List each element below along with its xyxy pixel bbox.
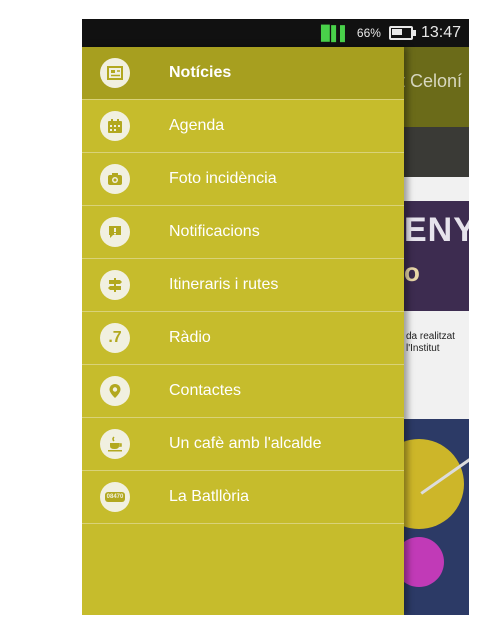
drawer-item-itineraris[interactable]: Itineraris i rutes [82,259,404,312]
drawer-item-label: Itineraris i rutes [169,276,279,293]
news-poster-image[interactable] [404,419,469,615]
batlloria-icon-text: 08470 [104,492,126,502]
drawer-item-radio[interactable]: .7 Ràdio [82,312,404,365]
poster-pink-shape [404,537,444,587]
drawer-item-label: Foto incidència [169,170,277,187]
battery-icon [388,26,416,40]
drawer-item-noticies[interactable]: Notícies [82,47,404,100]
drawer-item-notificacions[interactable]: Notificacions [82,206,404,259]
newspaper-icon [100,58,130,88]
signpost-icon [100,270,130,300]
location-pin-icon [100,376,130,406]
drawer-item-contactes[interactable]: Contactes [82,365,404,418]
drawer-item-label: Agenda [169,117,225,134]
navigation-drawer: Notícies Agenda Foto incidència Notifica… [82,47,404,615]
battery-percent: 66% [356,26,381,40]
news-article-snippet: da realitzat l'Institut [406,331,455,354]
notification-icon [100,217,130,247]
drawer-item-label: Notícies [169,64,232,81]
drawer-item-label: Notificacions [169,223,260,240]
drawer-item-foto-incidencia[interactable]: Foto incidència [82,153,404,206]
drawer-item-agenda[interactable]: Agenda [82,100,404,153]
signal-icon: ▊▌▌ [321,24,350,41]
drawer-item-label: Un cafè amb l'alcalde [169,435,322,452]
radio-icon: .7 [100,323,130,353]
phone-screen: t Celoní ENY o da realitzat l'Institut ▊… [82,19,469,615]
drawer-item-label: La Batllòria [169,488,250,505]
news-banner-subtitle: o [404,257,420,287]
drawer-item-batlloria[interactable]: 08470 La Batllòria [82,471,404,524]
drawer-item-label: Contactes [169,382,242,399]
camera-icon [100,164,130,194]
batlloria-icon: 08470 [100,482,130,512]
coffee-cup-icon [100,429,130,459]
drawer-item-cafe-alcalde[interactable]: Un cafè amb l'alcalde [82,418,404,471]
app-title: t Celoní [400,71,463,91]
drawer-item-label: Ràdio [169,329,211,346]
status-time: 13:47 [420,24,461,41]
status-bar: ▊▌▌ 66% 13:47 [82,19,469,47]
news-banner-title: ENY [404,211,469,249]
calendar-icon [100,111,130,141]
